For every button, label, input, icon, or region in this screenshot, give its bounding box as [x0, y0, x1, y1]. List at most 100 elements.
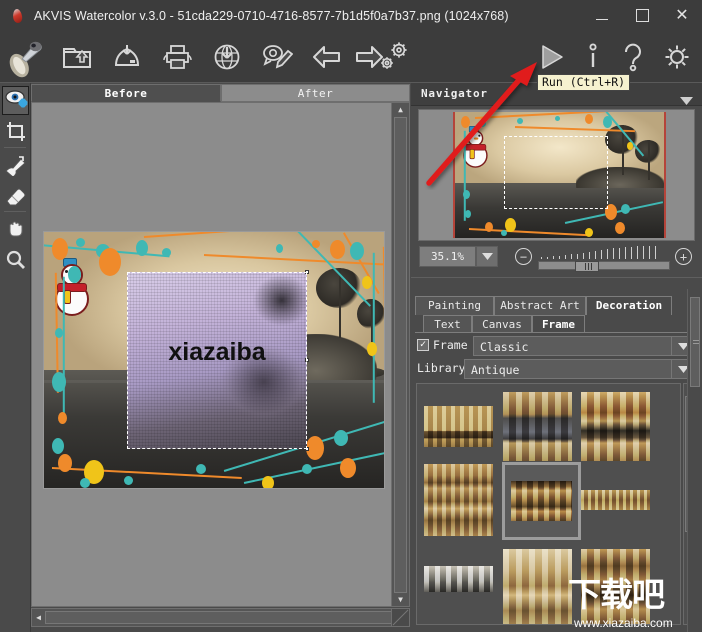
deco-dot: [340, 458, 356, 478]
frame-thumb-rope-ribs[interactable]: [424, 464, 493, 536]
frame-style-dropdown[interactable]: Classic: [473, 336, 695, 356]
canvas-horizontal-scrollbar[interactable]: ◀ ▶: [31, 608, 410, 627]
deco-dot: [362, 276, 372, 289]
help-icon[interactable]: [612, 36, 654, 78]
save-image-icon[interactable]: [106, 36, 148, 78]
eraser-tool[interactable]: [2, 181, 29, 210]
preview-selection-region[interactable]: xiazaiba: [127, 272, 307, 449]
deco-dot: [302, 464, 312, 474]
tab-before[interactable]: Before: [31, 84, 221, 102]
deco-dot: [52, 438, 64, 454]
settings-icon[interactable]: [656, 36, 698, 78]
before-after-tabs: Before After: [31, 84, 410, 102]
deco-dot: [330, 240, 345, 259]
close-button[interactable]: ✕: [662, 0, 702, 31]
canvas-vertical-scrollbar[interactable]: ▲ ▼: [391, 102, 410, 607]
zoom-slider[interactable]: [538, 261, 670, 272]
deco-dot: [55, 328, 63, 338]
site-watermark: 下载吧 www.xiazaiba.com: [568, 576, 702, 632]
image-canvas[interactable]: xiazaiba: [31, 102, 410, 607]
zoom-value[interactable]: 35.1%: [419, 246, 476, 267]
publish-web-icon[interactable]: [206, 36, 248, 78]
share-comment-icon[interactable]: [256, 36, 298, 78]
frame-label: Frame: [433, 338, 468, 352]
scroll-down-icon[interactable]: ▼: [392, 593, 409, 606]
source-photo: xiazaiba: [43, 231, 385, 489]
tab-painting[interactable]: Painting: [415, 296, 494, 315]
frame-thumb-slim-scroll[interactable]: [581, 490, 650, 510]
horizontal-scroll-thumb[interactable]: [45, 611, 398, 624]
tab-abstract-art[interactable]: Abstract Art: [494, 296, 586, 315]
navigator-title: Navigator: [421, 87, 488, 100]
deco-dot: [80, 478, 90, 488]
deco-dot: [99, 248, 121, 276]
tools-divider-1: [4, 147, 26, 148]
frame-style-value: Classic: [480, 340, 529, 354]
print-image-icon[interactable]: [156, 36, 198, 78]
subtab-canvas[interactable]: Canvas: [472, 315, 532, 333]
panel-scroll-thumb[interactable]: [690, 297, 700, 387]
resize-corner[interactable]: [391, 608, 410, 627]
history-brush-tool[interactable]: [2, 150, 29, 179]
zoom-in-button[interactable]: +: [675, 248, 692, 265]
library-dropdown[interactable]: Antique: [464, 359, 695, 379]
frame-thumb-arches-dark[interactable]: [503, 392, 572, 461]
maximize-button[interactable]: [622, 0, 662, 31]
brush-logo-icon: [4, 36, 46, 78]
library-label: Library: [417, 361, 466, 375]
panel-divider: [411, 277, 702, 278]
tools-divider-2: [4, 211, 26, 212]
deco-dot: [162, 248, 171, 257]
deco-dot: [58, 412, 67, 424]
frame-thumb-acanthus-selected[interactable]: [502, 462, 581, 540]
navigator-thumbnail[interactable]: [418, 109, 695, 241]
scroll-left-icon[interactable]: ◀: [32, 609, 45, 626]
deco-dot: [262, 476, 274, 488]
tree-right: [316, 267, 362, 338]
chevron-down-icon[interactable]: [476, 246, 498, 267]
library-value: Antique: [471, 363, 520, 377]
navigator-viewport-rect[interactable]: [504, 136, 608, 209]
chevron-down-icon[interactable]: [680, 90, 693, 109]
deco-dot: [68, 266, 81, 283]
frame-thumb-wave-band[interactable]: [424, 566, 493, 592]
deco-dot: [334, 430, 348, 446]
zoom-tool[interactable]: [2, 245, 29, 274]
quick-preview-tool[interactable]: [2, 86, 29, 115]
deco-line: [63, 276, 65, 417]
scroll-up-icon[interactable]: ▲: [392, 103, 409, 116]
selection-marching-ants: [127, 272, 307, 449]
deco-dot: [76, 238, 85, 247]
watermark-url: www.xiazaiba.com: [574, 616, 673, 630]
zoom-ticks: [541, 245, 661, 259]
info-icon[interactable]: [572, 36, 614, 78]
tab-after[interactable]: After: [221, 84, 410, 102]
frame-thumb-arches-gold[interactable]: [581, 392, 650, 461]
deco-dot: [52, 238, 68, 260]
frame-thumb-swans[interactable]: [424, 406, 493, 447]
deco-dot: [367, 342, 377, 356]
open-image-icon[interactable]: [56, 36, 98, 78]
deco-dot: [276, 244, 283, 253]
subtab-text[interactable]: Text: [423, 315, 472, 333]
preferences-icon[interactable]: [372, 36, 414, 78]
deco-dot: [196, 464, 206, 474]
deco-dot: [52, 372, 66, 392]
frame-thumb-cherubs[interactable]: [503, 549, 572, 624]
crop-tool[interactable]: [2, 117, 29, 146]
zoom-controls: 35.1% − +: [411, 245, 702, 272]
undo-icon[interactable]: [306, 36, 348, 78]
subtab-frame[interactable]: Frame: [532, 315, 585, 333]
tab-decoration[interactable]: Decoration: [586, 296, 672, 315]
deco-dot: [136, 240, 148, 256]
zoom-out-button[interactable]: −: [515, 248, 532, 265]
run-icon[interactable]: [530, 36, 572, 78]
minimize-button[interactable]: [582, 0, 622, 31]
zoom-slider-thumb[interactable]: [575, 261, 599, 272]
window-title: AKVIS Watercolor v.3.0 - 51cda229-0710-4…: [34, 8, 509, 23]
frame-checkbox[interactable]: ✓: [417, 339, 429, 351]
deco-dot: [350, 242, 364, 260]
hand-tool[interactable]: [2, 214, 29, 243]
tools-sidebar: [0, 83, 31, 632]
vertical-scroll-thumb[interactable]: [394, 117, 407, 593]
